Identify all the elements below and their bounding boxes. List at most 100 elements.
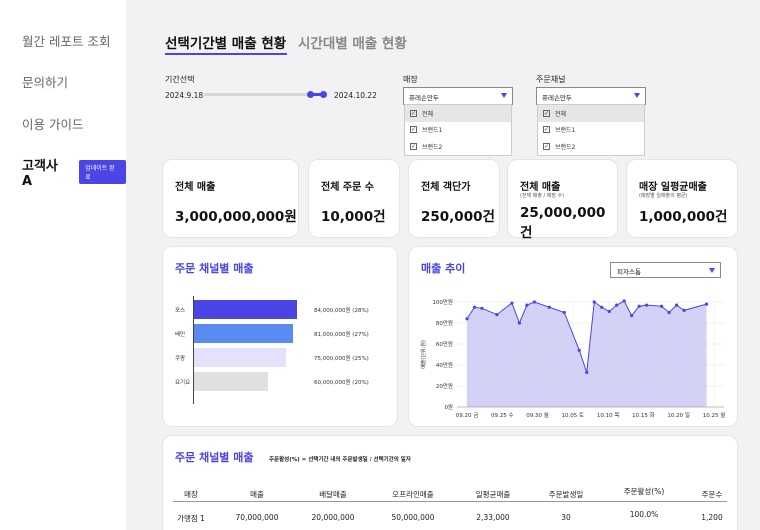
trend-point	[585, 370, 589, 374]
y-tick-label: 20만원	[436, 382, 453, 390]
store-dropdown[interactable]: 퓨레손만두	[403, 87, 513, 105]
kpi-subtitle: (매장별 일매출의 평균)	[639, 193, 688, 199]
sidebar-item-inquiry[interactable]: 문의하기	[22, 72, 68, 91]
bar-value-label: 81,000,000원 (27%)	[314, 332, 369, 338]
user-name: 고객사 A	[22, 159, 58, 189]
kpi-card-store-daily-avg: 매장 일평균매출 (매장별 일매출의 평균) 1,000,000건	[626, 159, 738, 238]
checkbox-icon: ✓	[410, 142, 417, 150]
y-tick-label: 0원	[444, 403, 453, 411]
table-header-cell: 주문발생일	[548, 490, 584, 499]
trend-point	[615, 303, 619, 307]
kpi-value: 250,000건	[421, 209, 495, 225]
table-cell: 50,000,000	[391, 513, 435, 522]
channel-dropdown[interactable]: 퓨레손만두	[536, 87, 646, 105]
kpi-card-total-sales: 전체 매출 3,000,000,000원	[162, 159, 299, 238]
trend-point	[532, 300, 536, 304]
y-tick-label: 40만원	[436, 361, 453, 369]
user-info: 고객사 A 업데이트 완료	[22, 155, 126, 189]
table-header-cell: 오프라인매출	[392, 490, 434, 499]
trend-point	[600, 305, 604, 309]
sales-trend-panel: 매출 추이 피자스톰 0원 20만원 40만원 60만원 80만원 100만원 09.20 …	[408, 246, 738, 427]
channel-label: 주문채널	[536, 75, 566, 84]
bar-category-label: 쿠팡	[175, 356, 186, 362]
y-tick-label: 60만원	[436, 340, 453, 348]
x-tick-label: 09.20 금	[456, 412, 479, 419]
x-tick-label: 10.15 화	[632, 412, 655, 419]
trend-point	[660, 304, 664, 308]
sidebar-item-guide[interactable]: 이용 가이드	[22, 114, 83, 133]
trend-point	[472, 305, 477, 309]
trend-point	[562, 310, 566, 315]
y-tick-label: 80만원	[436, 319, 453, 327]
tab-active-indicator	[165, 53, 287, 55]
trend-point	[637, 304, 641, 308]
kpi-card-total-orders: 전체 주문 수 10,000건	[308, 159, 400, 238]
kpi-title: 매장 일평균매출	[639, 182, 707, 193]
period-slider-start-handle[interactable]	[307, 91, 314, 98]
table-cell: 70,000,000	[235, 513, 279, 522]
kpi-card-sales-per-store: 전체 매출 (전체 매출 / 매장 수) 25,000,000건	[507, 159, 618, 241]
store-option-brand1[interactable]: ✓ 브랜드1	[405, 122, 511, 139]
bar-category-label: 포스	[175, 308, 186, 314]
table-cell: 100.0%	[629, 510, 659, 519]
trend-point	[465, 317, 469, 321]
store-options-list: ✓ 전체 ✓ 브랜드1 ✓ 브랜드2	[404, 104, 512, 156]
kpi-subtitle: (전체 매출 / 매장 수)	[520, 193, 565, 199]
bar-category-label: 요기요	[175, 380, 191, 386]
store-option-all[interactable]: ✓ 전체	[405, 105, 511, 122]
trend-point	[517, 321, 521, 325]
trend-point	[525, 303, 529, 307]
channel-sales-panel: 주문 채널별 매출 포스 84,000,000원 (28%) 배민 81,000,00…	[162, 246, 398, 427]
table-note: 주문활성(%) = 선택기간 내의 주문발생일 / 선택기간의 일자	[269, 457, 411, 463]
table-cell: 1,200	[701, 513, 723, 522]
period-slider-end-handle[interactable]	[320, 91, 327, 98]
trend-point	[667, 310, 671, 315]
store-label: 매장	[403, 75, 418, 84]
store-selected: 퓨레손만두	[409, 94, 439, 102]
trend-point	[630, 314, 634, 318]
kpi-title: 전체 객단가	[421, 182, 471, 193]
table-header-cell: 일평균매출	[475, 490, 511, 499]
table-header-cell: 주문수	[701, 490, 723, 499]
table-header-cell: 주문활성(%)	[623, 487, 665, 496]
y-axis-label: 매출(단위:원)	[420, 340, 427, 369]
bar	[194, 324, 294, 343]
channel-selected: 퓨레손만두	[542, 94, 572, 102]
bar-value-label: 75,000,000원 (25%)	[314, 356, 369, 362]
table-title: 주문 채널별 매출	[175, 451, 254, 464]
channel-option-brand2[interactable]: ✓ 브랜드2	[538, 138, 644, 155]
trend-point	[645, 303, 649, 307]
main-content: 선택기간별 매출 현황 시간대별 매출 현황 기간선택 2024.9.18 20…	[126, 0, 760, 530]
checkbox-icon: ✓	[543, 142, 550, 150]
trend-point	[622, 299, 626, 303]
table-header-cell: 배달매출	[319, 490, 347, 499]
checkbox-icon: ✓	[543, 109, 550, 117]
kpi-value: 25,000,000건	[520, 205, 606, 241]
table-cell: 가맹점 1	[177, 514, 205, 523]
store-option-brand2[interactable]: ✓ 브랜드2	[405, 138, 511, 155]
trend-point	[704, 302, 709, 306]
bar	[194, 372, 268, 391]
tab-hourly-sales[interactable]: 시간대별 매출 현황	[298, 32, 407, 52]
y-tick-label: 100만원	[432, 298, 453, 306]
checkbox-icon: ✓	[543, 126, 550, 134]
trend-chart: 0원 20만원 40만원 60만원 80만원 100만원 09.20 금 09.25 수 09.…	[420, 298, 725, 419]
table-cell: 30	[561, 513, 571, 522]
trend-area	[467, 300, 707, 407]
trend-point	[607, 309, 611, 314]
bar-value-label: 60,000,000원 (20%)	[314, 380, 369, 386]
kpi-value: 10,000건	[321, 209, 386, 225]
table-header-divider	[173, 501, 727, 502]
trend-point	[682, 308, 686, 312]
kpi-title: 전체 주문 수	[321, 182, 374, 193]
trend-point	[592, 300, 596, 304]
channel-option-brand1[interactable]: ✓ 브랜드1	[538, 122, 644, 139]
sidebar-item-monthly-report[interactable]: 월간 레포트 조회	[22, 31, 110, 50]
channel-options-list: ✓ 전체 ✓ 브랜드1 ✓ 브랜드2	[537, 104, 645, 156]
tab-period-sales[interactable]: 선택기간별 매출 현황	[165, 32, 286, 52]
period-label: 기간선택	[165, 75, 195, 84]
bar-category-label: 배민	[175, 332, 186, 338]
trend-point	[495, 313, 499, 317]
bar-value-label: 84,000,000원 (28%)	[314, 308, 369, 314]
channel-option-all[interactable]: ✓ 전체	[538, 105, 644, 122]
